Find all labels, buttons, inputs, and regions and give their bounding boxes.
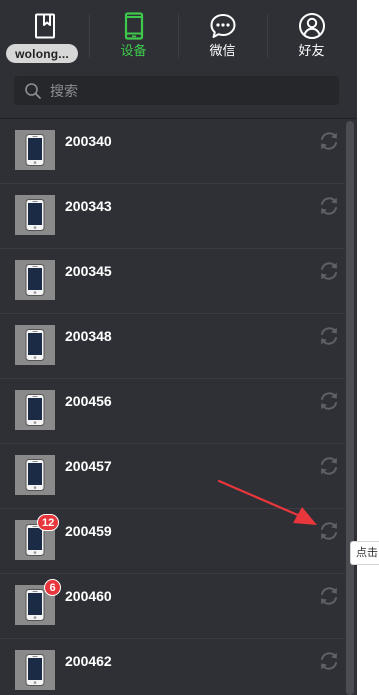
device-name: 200459 [65, 523, 112, 539]
nav-item-devices[interactable]: 设备 [89, 0, 178, 68]
phone-thumbnail-icon: 6 [15, 579, 61, 625]
user-icon [298, 12, 326, 40]
refresh-icon[interactable] [318, 130, 340, 152]
refresh-icon[interactable] [318, 390, 340, 412]
phone-thumbnail-icon [15, 195, 55, 235]
phone-thumbnail-icon [15, 260, 55, 300]
nav-item-friends[interactable]: 好友 [267, 0, 356, 68]
device-row[interactable]: 200345 [0, 249, 345, 314]
refresh-icon[interactable] [318, 585, 340, 607]
phone-thumbnail-icon [15, 325, 55, 365]
notebook-icon [31, 12, 59, 40]
device-row[interactable]: 12 200459 [0, 509, 345, 574]
refresh-icon[interactable] [318, 520, 340, 542]
device-row[interactable]: 200343 [0, 184, 345, 249]
phone-thumbnail-icon: 12 [15, 514, 60, 560]
nav-item-wechat[interactable]: 微信 [178, 0, 267, 68]
device-name: 200345 [65, 263, 112, 279]
device-row[interactable]: 200462 [0, 639, 345, 695]
device-row[interactable]: 6 200460 [0, 574, 345, 639]
nav-label-friends: 好友 [298, 43, 325, 58]
device-name: 200462 [65, 653, 112, 669]
device-list: 200340 200343 200345 200348 200456 20045… [0, 119, 345, 695]
phone-thumbnail-icon [15, 455, 55, 495]
nav-label-wechat: 微信 [209, 43, 236, 58]
refresh-icon[interactable] [318, 650, 340, 672]
refresh-icon[interactable] [318, 195, 340, 217]
tooltip: 点击 [350, 541, 379, 565]
scrollbar-thumb[interactable] [346, 121, 354, 695]
sidebar-panel: wolong... 设备 微信 好友 搜索 200340 200343 2003… [0, 0, 357, 695]
nav-label-devices: 设备 [120, 43, 147, 58]
chat-bubble-icon [209, 12, 237, 40]
top-nav: wolong... 设备 微信 好友 [0, 0, 357, 68]
refresh-icon[interactable] [318, 455, 340, 477]
unread-count-badge: 6 [44, 579, 61, 596]
phone-thumbnail-icon [15, 650, 55, 690]
account-name-pill[interactable]: wolong... [6, 44, 78, 63]
device-name: 200457 [65, 458, 112, 474]
device-row[interactable]: 200456 [0, 379, 345, 444]
device-name: 200343 [65, 198, 112, 214]
phone-thumbnail-icon [15, 390, 55, 430]
search-box[interactable] [14, 76, 339, 105]
refresh-icon[interactable] [318, 260, 340, 282]
device-row[interactable]: 200348 [0, 314, 345, 379]
device-row[interactable]: 200340 [0, 119, 345, 184]
unread-count-badge: 12 [37, 514, 60, 531]
search-icon [25, 82, 41, 99]
device-name: 200340 [65, 133, 112, 149]
search-input[interactable] [50, 77, 330, 104]
device-row[interactable]: 200457 [0, 444, 345, 509]
nav-item-account[interactable]: wolong... [0, 0, 89, 68]
phone-thumbnail-icon [15, 130, 55, 170]
device-name: 200348 [65, 328, 112, 344]
refresh-icon[interactable] [318, 325, 340, 347]
device-name: 200456 [65, 393, 112, 409]
device-name: 200460 [65, 588, 112, 604]
phone-icon [120, 12, 148, 40]
